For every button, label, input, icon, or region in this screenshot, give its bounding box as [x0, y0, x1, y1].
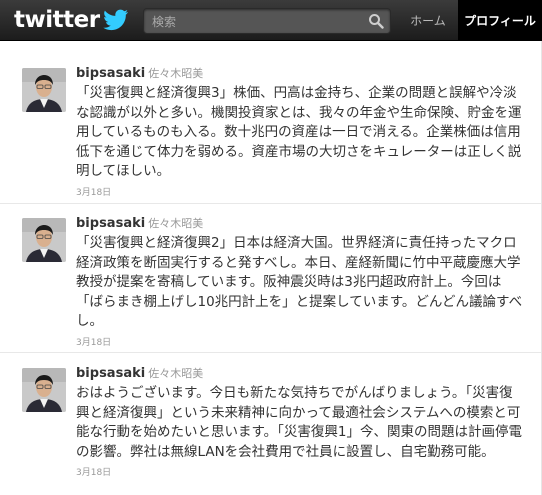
tweet: bipsasaki 佐々木昭美 おはようございます。今日も新たな気持ちでがんばりま… [0, 353, 541, 495]
search-input[interactable] [150, 11, 364, 33]
tweet-content: bipsasaki 佐々木昭美 「災害復興と経済復興2」日本は経済大国。世界経済に… [76, 215, 526, 348]
search-icon[interactable] [368, 13, 384, 29]
screen-name[interactable]: bipsasaki [76, 66, 145, 81]
timestamp[interactable]: 3月18日 [76, 465, 526, 478]
tweet-header: bipsasaki 佐々木昭美 [76, 65, 526, 82]
bird-icon [102, 9, 128, 31]
tweet-content: bipsasaki 佐々木昭美 「災害復興と経済復興3」株価、円高は金持ち、企業の… [76, 65, 526, 198]
avatar-image [22, 218, 66, 262]
tweet-header: bipsasaki 佐々木昭美 [76, 365, 526, 382]
logo-text: twitter [14, 7, 100, 33]
search-box [143, 8, 391, 34]
timestamp[interactable]: 3月18日 [76, 335, 526, 348]
avatar[interactable] [22, 68, 66, 112]
tweet: bipsasaki 佐々木昭美 「災害復興と経済復興2」日本は経済大国。世界経済に… [0, 204, 541, 353]
top-bar: twitter ホーム プロフィール [0, 0, 542, 41]
tweet-content: bipsasaki 佐々木昭美 おはようございます。今日も新たな気持ちでがんばりま… [76, 365, 526, 478]
avatar-image [22, 368, 66, 412]
tweet: bipsasaki 佐々木昭美 「災害復興と経済復興3」株価、円高は金持ち、企業の… [0, 41, 541, 204]
real-name: 佐々木昭美 [148, 367, 204, 380]
avatar[interactable] [22, 218, 66, 262]
twitter-logo[interactable]: twitter [14, 5, 129, 35]
tweet-header: bipsasaki 佐々木昭美 [76, 215, 526, 232]
timeline: bipsasaki 佐々木昭美 「災害復興と経済復興3」株価、円高は金持ち、企業の… [0, 41, 542, 495]
screen-name[interactable]: bipsasaki [76, 216, 145, 231]
avatar-image [22, 68, 66, 112]
real-name: 佐々木昭美 [148, 67, 204, 80]
nav-home[interactable]: ホーム [402, 0, 454, 40]
timestamp[interactable]: 3月18日 [76, 185, 526, 198]
tweet-text: おはようございます。今日も新たな気持ちでがんばりましょう。「災害復興と経済復興」… [76, 385, 522, 460]
avatar[interactable] [22, 368, 66, 412]
nav-profile[interactable]: プロフィール [458, 0, 542, 40]
screen-name[interactable]: bipsasaki [76, 366, 145, 381]
tweet-text: 「災害復興と経済復興3」株価、円高は金持ち、企業の問題と誤解や冷淡な認識が以外と… [76, 85, 522, 180]
tweet-text: 「災害復興と経済復興2」日本は経済大国。世界経済に責任持ったマクロ経済政策を断固… [76, 235, 523, 330]
real-name: 佐々木昭美 [148, 217, 204, 230]
